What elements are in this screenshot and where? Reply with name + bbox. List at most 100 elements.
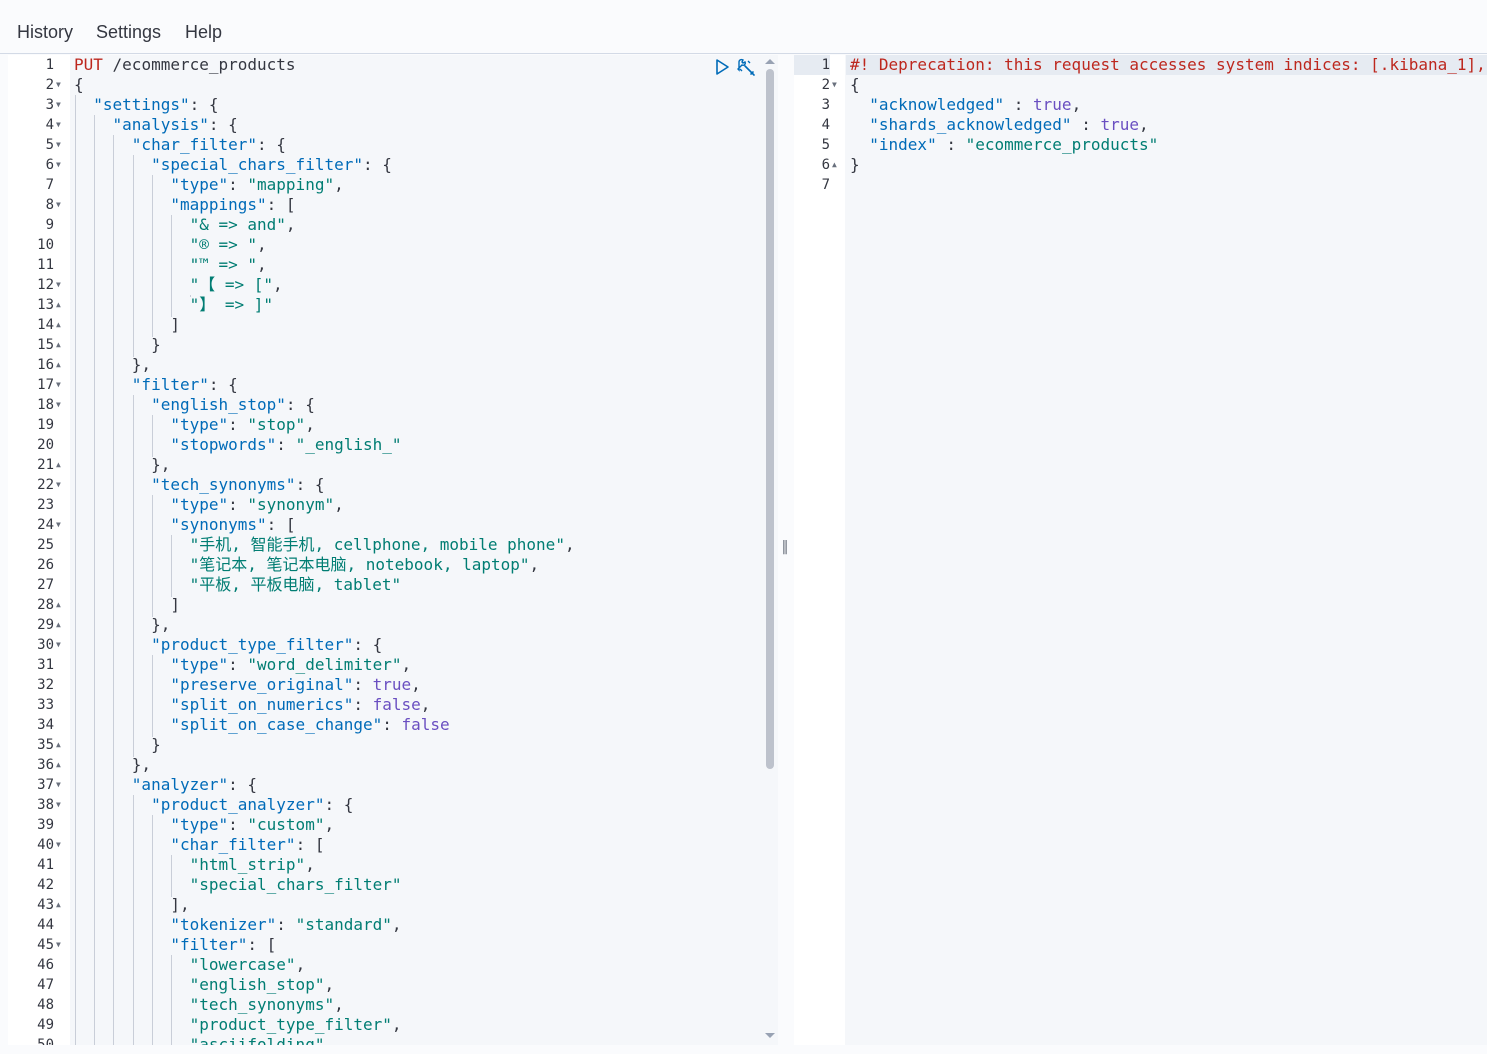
response-editor[interactable]: 1 2 ▼ 3 4 5 6 ▲ 7 #! Deprecation: this request a… [794,55,1487,1045]
fold-collapse-icon[interactable]: ▼ [56,155,61,175]
code-line[interactable]: ] [74,315,180,335]
scroll-down-icon[interactable] [765,1033,775,1038]
code-line[interactable]: "手机, 智能手机, cellphone, mobile phone", [74,535,575,555]
fold-collapse-icon[interactable]: ▼ [56,395,61,415]
code-line[interactable]: "char_filter": { [74,135,286,155]
code-line[interactable]: }, [74,455,170,475]
code-line[interactable]: "preserve_original": true, [74,675,420,695]
code-line[interactable]: "shards_acknowledged" : true, [850,115,1148,135]
fold-collapse-icon[interactable]: ▼ [56,375,61,395]
scroll-up-icon[interactable] [765,59,775,64]
request-code[interactable]: PUT /ecommerce_products{ "settings": { "… [74,55,758,1045]
fold-expand-icon[interactable]: ▲ [56,735,61,755]
fold-collapse-icon[interactable]: ▼ [56,195,61,215]
fold-expand-icon[interactable]: ▲ [832,155,837,175]
code-line[interactable]: PUT /ecommerce_products [74,55,296,75]
code-line[interactable]: "index" : "ecommerce_products" [850,135,1158,155]
fold-expand-icon[interactable]: ▲ [56,755,61,775]
menu-settings[interactable]: Settings [96,20,161,44]
code-token-punc: : [1071,115,1101,134]
fold-collapse-icon[interactable]: ▼ [56,475,61,495]
request-scrollbar[interactable] [764,55,776,1045]
code-line[interactable]: "stopwords": "_english_" [74,435,401,455]
code-token-bool: true [372,675,412,694]
code-line[interactable]: "tech_synonyms", [74,995,344,1015]
scrollbar-thumb[interactable] [766,69,774,769]
code-line[interactable]: "type": "stop", [74,415,315,435]
play-icon[interactable] [712,57,732,77]
code-line[interactable]: "lowercase", [74,955,306,975]
code-line[interactable]: } [850,155,860,175]
code-line[interactable]: "synonyms": [ [74,515,295,535]
code-line[interactable]: "mappings": [ [74,195,295,215]
code-line[interactable]: "filter": { [74,375,238,395]
fold-collapse-icon[interactable]: ▼ [56,935,61,955]
fold-expand-icon[interactable]: ▲ [56,455,61,475]
code-line[interactable]: "tokenizer": "standard", [74,915,401,935]
fold-collapse-icon[interactable]: ▼ [56,795,61,815]
resize-grip-icon[interactable]: ‖ [781,540,789,554]
indent-guide [151,495,153,617]
code-line[interactable]: "tech_synonyms": { [74,475,324,495]
code-line[interactable]: "acknowledged" : true, [850,95,1081,115]
code-line[interactable]: "analyzer": { [74,775,257,795]
code-line[interactable]: "& => and", [74,215,296,235]
code-line[interactable]: "special_chars_filter": { [74,155,392,175]
fold-expand-icon[interactable]: ▲ [56,335,61,355]
code-line[interactable]: "平板, 平板电脑, tablet" [74,575,402,595]
code-line[interactable]: "analysis": { [74,115,238,135]
code-line[interactable]: "type": "word_delimiter", [74,655,411,675]
code-line[interactable]: "type": "mapping", [74,175,343,195]
code-line[interactable]: "settings": { [74,95,218,115]
fold-expand-icon[interactable]: ▲ [56,295,61,315]
wrench-icon[interactable] [736,57,756,77]
code-line[interactable]: "split_on_numerics": false, [74,695,430,715]
code-line[interactable]: "asciifolding" [74,1035,325,1045]
request-editor[interactable]: 1 2 ▼ 3 ▼ 4 ▼ 5 ▼ 6 ▼ 7 8 ▼ 9 10 11 12 ▼ 13 ▲ 14 ▲ 15 ▲ 16 ▲ 17 ▼ 18 ▼… [8,55,778,1045]
code-line[interactable]: }, [74,615,170,635]
fold-collapse-icon[interactable]: ▼ [56,95,61,115]
fold-collapse-icon[interactable]: ▼ [56,275,61,295]
menu-help[interactable]: Help [185,20,222,44]
code-line[interactable]: "special_chars_filter" [74,875,402,895]
code-line[interactable]: "product_analyzer": { [74,795,353,815]
code-token-punc: : [ [295,835,325,854]
fold-expand-icon[interactable]: ▲ [56,595,61,615]
code-line[interactable]: #! Deprecation: this request accesses sy… [846,55,1487,75]
code-token-punc: , [257,235,267,254]
code-line[interactable]: "html_strip", [74,855,315,875]
code-line[interactable]: "type": "synonym", [74,495,343,515]
code-line[interactable]: "】 => ]" [74,295,273,315]
code-line[interactable]: ] [74,595,180,615]
code-line[interactable]: } [74,735,161,755]
fold-expand-icon[interactable]: ▲ [56,315,61,335]
menu-history[interactable]: History [17,20,73,44]
fold-collapse-icon[interactable]: ▼ [56,115,61,135]
code-token-url: /ecommerce_products [102,55,296,74]
fold-expand-icon[interactable]: ▲ [56,355,61,375]
code-line[interactable]: "【 => [", [74,275,283,295]
fold-collapse-icon[interactable]: ▼ [56,75,61,95]
code-line[interactable]: "product_type_filter", [74,1015,402,1035]
response-code[interactable]: #! Deprecation: this request accesses sy… [846,55,1487,1045]
code-line[interactable]: { [74,75,84,95]
code-line[interactable]: } [74,335,161,355]
code-line[interactable]: { [850,75,860,95]
pane-resizer[interactable]: ‖ [778,55,794,1045]
code-token-key: "type" [170,655,229,674]
fold-collapse-icon[interactable]: ▼ [56,835,61,855]
line-number: 12 [37,277,54,293]
code-line[interactable]: "split_on_case_change": false [74,715,449,735]
fold-collapse-icon[interactable]: ▼ [56,515,61,535]
fold-collapse-icon[interactable]: ▼ [56,775,61,795]
code-line[interactable]: "english_stop": { [74,395,315,415]
code-line[interactable]: "char_filter": [ [74,835,324,855]
code-line[interactable]: "笔记本, 笔记本电脑, notebook, laptop", [74,555,540,575]
fold-collapse-icon[interactable]: ▼ [56,135,61,155]
code-line[interactable]: "filter": [ [74,935,276,955]
fold-collapse-icon[interactable]: ▼ [832,75,837,95]
code-line[interactable]: "product_type_filter": { [74,635,382,655]
fold-expand-icon[interactable]: ▲ [56,895,61,915]
fold-expand-icon[interactable]: ▲ [56,615,61,635]
fold-collapse-icon[interactable]: ▼ [56,635,61,655]
